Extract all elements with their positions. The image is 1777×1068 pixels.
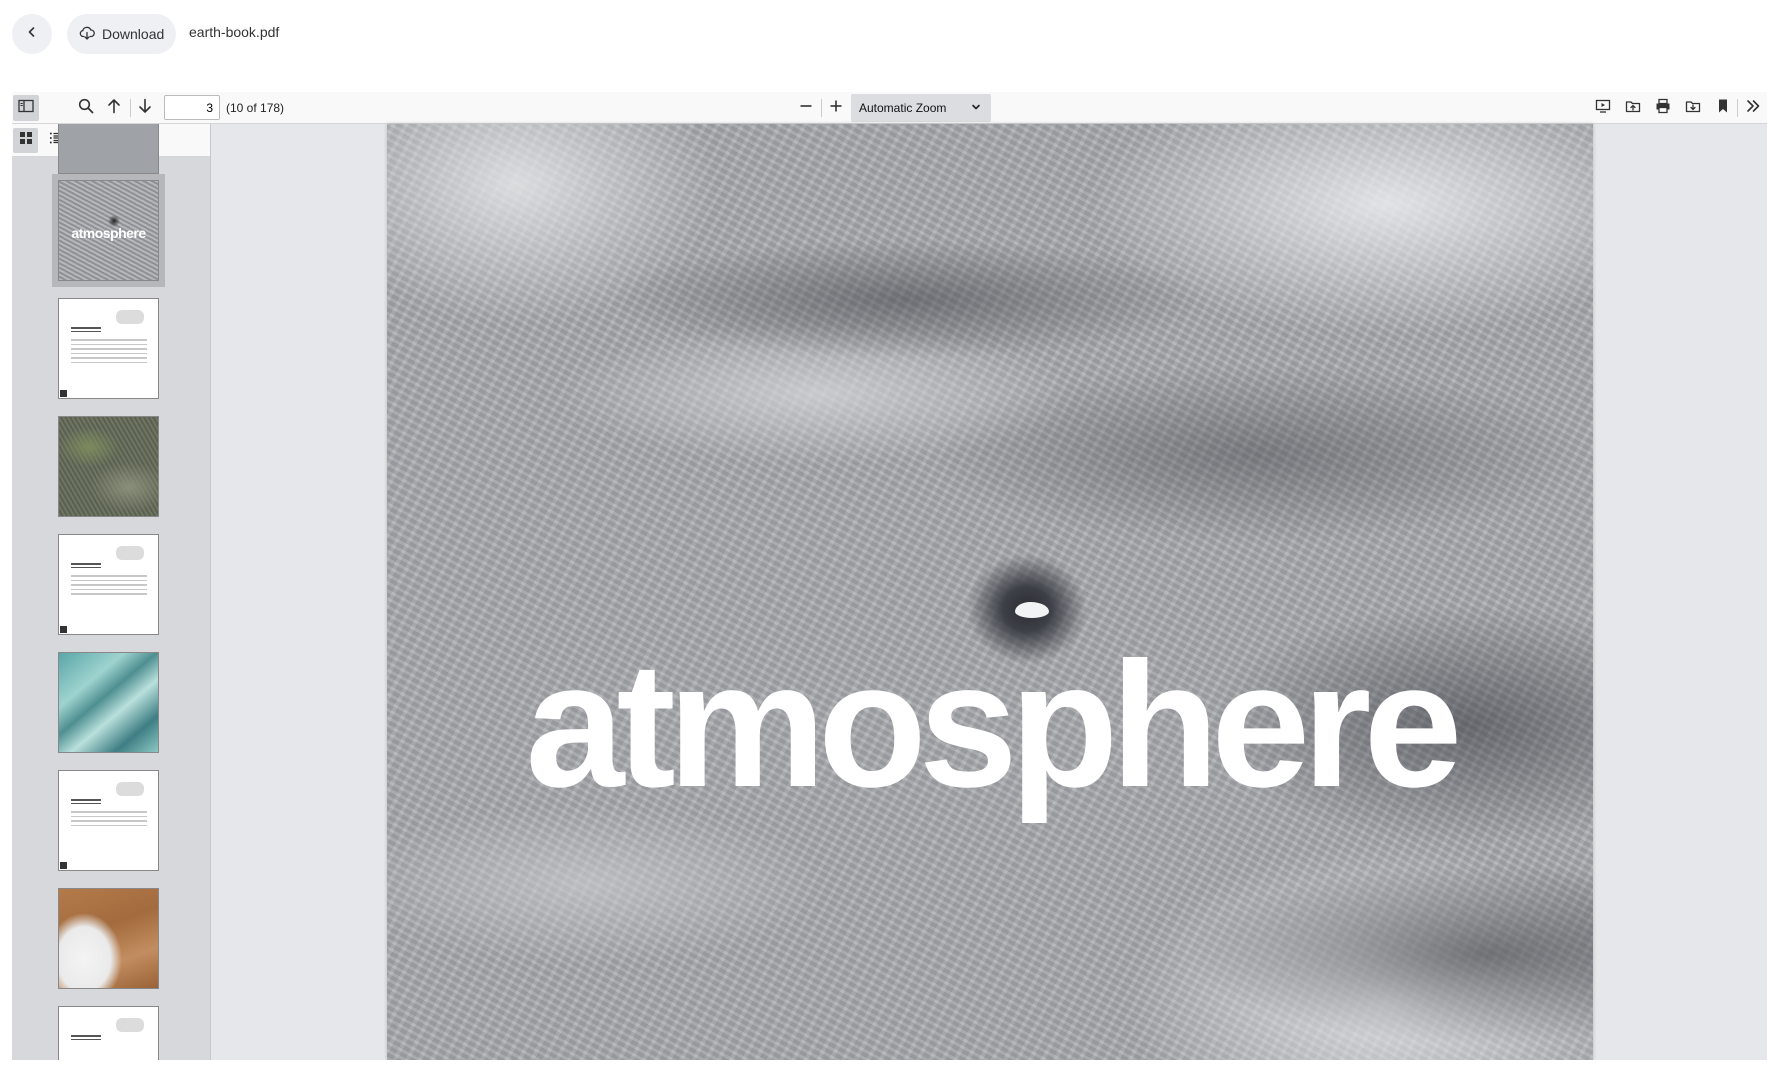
page-thumbnail[interactable] (58, 124, 159, 174)
find-button[interactable] (73, 95, 99, 121)
cloud-download-icon (79, 26, 95, 43)
bookmark-button[interactable] (1710, 95, 1736, 121)
page-thumbnail[interactable] (58, 416, 159, 517)
search-icon (78, 98, 94, 119)
arrow-up-icon (106, 98, 122, 119)
page-thumbnail[interactable] (58, 652, 159, 753)
printer-icon (1655, 98, 1671, 119)
chevron-left-icon (26, 25, 38, 43)
world-map-graphic (116, 1018, 144, 1032)
zoom-out-button[interactable] (793, 95, 819, 121)
page-thumbnail[interactable] (58, 1006, 159, 1060)
text-lines (71, 811, 147, 829)
text-lines (71, 575, 147, 598)
page-count: (10 of 178) (226, 101, 285, 115)
chevron-down-icon (971, 101, 981, 115)
zoom-select-value: Automatic Zoom (859, 101, 947, 115)
thumbnail-list: atmosphere (12, 124, 210, 1060)
thumbnail-title: atmosphere (71, 225, 146, 241)
open-file-button[interactable] (1620, 95, 1646, 121)
download-label: Download (102, 26, 165, 42)
save-button[interactable] (1680, 95, 1706, 121)
text-block (71, 563, 101, 569)
sidebar-toggle-button[interactable] (13, 95, 39, 121)
world-map-graphic (116, 546, 144, 560)
thumbnail-view-button[interactable] (13, 128, 38, 153)
pdf-page: atmosphere (387, 124, 1593, 1060)
print-button[interactable] (1650, 95, 1676, 121)
previous-page-button[interactable] (101, 95, 127, 121)
toolbar-divider (821, 99, 822, 117)
plus-icon (829, 99, 843, 118)
pdf-viewer: (10 of 178) Automatic Zoom (12, 92, 1767, 1060)
minus-icon (799, 99, 813, 118)
tools-menu-button[interactable] (1740, 95, 1766, 121)
presentation-mode-button[interactable] (1590, 95, 1616, 121)
corner-mark (60, 862, 67, 869)
file-name: earth-book.pdf (189, 24, 280, 40)
toolbar-divider (130, 99, 131, 117)
grid-icon (19, 131, 33, 150)
next-page-button[interactable] (132, 95, 158, 121)
double-chevron-right-icon (1745, 98, 1761, 119)
bookmark-icon (1716, 98, 1730, 119)
pdf-toolbar: (10 of 178) Automatic Zoom (12, 92, 1767, 124)
thumbnail-sidebar: atmosphere (12, 124, 211, 1060)
sidebar-toggle-icon (18, 99, 34, 118)
page-thumbnail[interactable] (58, 534, 159, 635)
text-block (71, 327, 101, 333)
page-thumbnail-selected[interactable]: atmosphere (52, 174, 165, 287)
text-block (71, 1035, 101, 1041)
corner-mark (60, 626, 67, 633)
open-file-icon (1625, 98, 1641, 119)
text-block (71, 799, 101, 805)
iceberg-shape (1015, 602, 1049, 618)
page-thumbnail[interactable] (58, 770, 159, 871)
arrow-down-icon (137, 98, 153, 119)
page-thumbnail[interactable] (58, 298, 159, 399)
page-number-input[interactable] (164, 95, 220, 120)
app-header: Download earth-book.pdf (0, 0, 1777, 68)
corner-mark (60, 390, 67, 397)
zoom-in-button[interactable] (823, 95, 849, 121)
text-lines (71, 339, 147, 366)
presentation-icon (1595, 98, 1611, 119)
page-title-text: atmosphere (525, 625, 1463, 824)
world-map-graphic (116, 782, 144, 796)
download-button[interactable]: Download (67, 14, 177, 54)
page-thumbnail[interactable] (58, 888, 159, 989)
zoom-select[interactable]: Automatic Zoom (851, 94, 991, 122)
world-map-graphic (116, 310, 144, 324)
download-icon (1685, 98, 1701, 119)
back-button[interactable] (12, 14, 52, 54)
toolbar-divider (1737, 99, 1738, 117)
